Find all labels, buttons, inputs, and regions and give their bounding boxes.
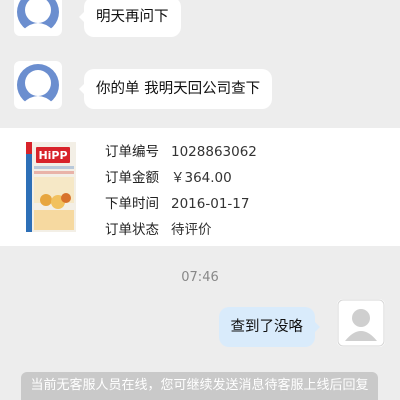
- order-status-label: 订单状态: [105, 222, 159, 238]
- agent-avatar[interactable]: [14, 0, 62, 36]
- order-card[interactable]: HiPP 订单编号 1028863062 订单金额 ￥364.00 下单时间 2016…: [0, 128, 400, 246]
- order-date-label: 下单时间: [105, 196, 159, 212]
- order-amount-value: ￥364.00: [171, 170, 232, 186]
- order-number-value: 1028863062: [171, 144, 257, 160]
- message-bubble-outgoing[interactable]: 查到了没咯: [218, 307, 320, 347]
- agent-avatar[interactable]: [14, 61, 62, 109]
- default-user-icon: [337, 299, 385, 347]
- offline-notice-text: 当前无客服人员在线，您可继续发送消息待客服上线后回复: [30, 378, 369, 393]
- product-image: HiPP: [26, 142, 76, 232]
- order-amount-row: 订单金额 ￥364.00: [105, 167, 232, 189]
- order-number-row: 订单编号 1028863062: [105, 141, 257, 163]
- message-text: 你的单 我明天回公司查下: [96, 81, 261, 97]
- offline-notice: 当前无客服人员在线，您可继续发送消息待客服上线后回复: [21, 372, 378, 400]
- product-brand-label: HiPP: [38, 149, 67, 162]
- user-silhouette-icon: [14, 0, 62, 36]
- message-bubble-incoming[interactable]: 你的单 我明天回公司查下: [78, 69, 273, 109]
- message-bubble-incoming[interactable]: 明天再问下: [79, 0, 181, 37]
- user-silhouette-icon: [14, 61, 62, 109]
- order-status-value: 待评价: [171, 222, 212, 238]
- order-amount-label: 订单金额: [105, 170, 159, 186]
- self-avatar[interactable]: [337, 299, 385, 347]
- message-timestamp: 07:46: [181, 270, 219, 285]
- chat-screen: 明天再问下 你的单 我明天回公司查下 HiPP 订单编号 1028863062 …: [0, 0, 400, 400]
- message-text: 查到了没咯: [230, 319, 304, 335]
- cereal-box-icon: HiPP: [26, 142, 76, 232]
- order-date-row: 下单时间 2016-01-17: [105, 193, 249, 215]
- order-status-row: 订单状态 待评价: [105, 219, 212, 241]
- order-number-label: 订单编号: [105, 144, 159, 160]
- order-date-value: 2016-01-17: [171, 196, 250, 212]
- message-text: 明天再问下: [96, 9, 169, 25]
